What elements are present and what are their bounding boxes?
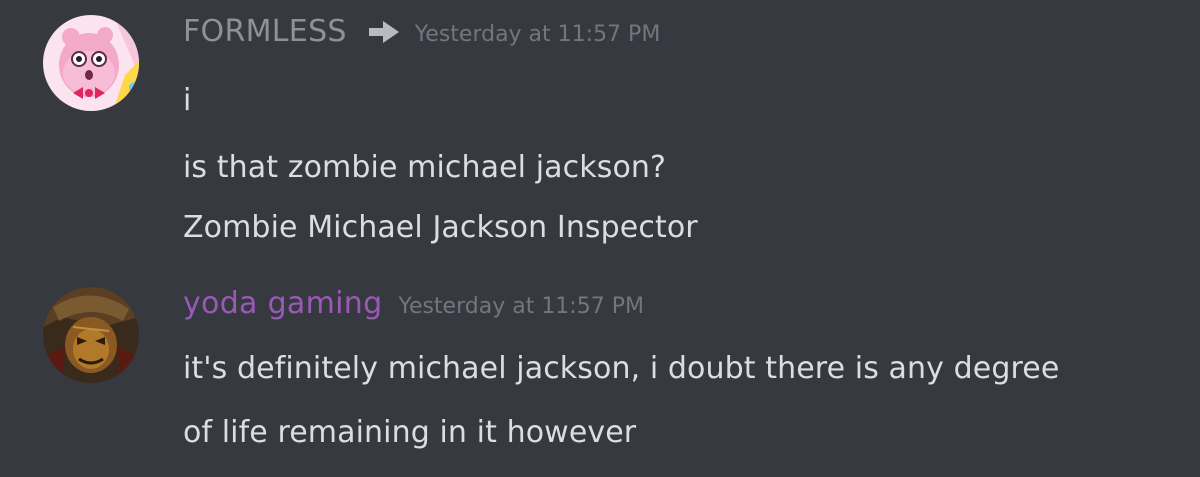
message-text: is that zombie michael jackson? xyxy=(183,150,667,185)
arrow-right-icon xyxy=(368,21,399,43)
message-header: yoda gaming Yesterday at 11:57 PM xyxy=(183,286,644,321)
timestamp[interactable]: Yesterday at 11:57 PM xyxy=(415,22,661,47)
avatar[interactable] xyxy=(43,15,139,111)
message-text: of life remaining in it however xyxy=(183,415,637,450)
message-text: i xyxy=(183,83,192,118)
username[interactable]: yoda gaming xyxy=(183,286,382,321)
username[interactable]: FORMLESS xyxy=(183,14,347,49)
message-text: it's definitely michael jackson, i doubt… xyxy=(183,351,1060,386)
timestamp[interactable]: Yesterday at 11:57 PM xyxy=(398,294,644,319)
pink-cartoon-avatar-icon xyxy=(43,15,139,111)
message-text: Zombie Michael Jackson Inspector xyxy=(183,210,698,245)
dark-artwork-avatar-icon xyxy=(43,287,139,383)
avatar[interactable] xyxy=(43,287,139,383)
message-header: FORMLESS Yesterday at 11:57 PM xyxy=(183,14,660,49)
